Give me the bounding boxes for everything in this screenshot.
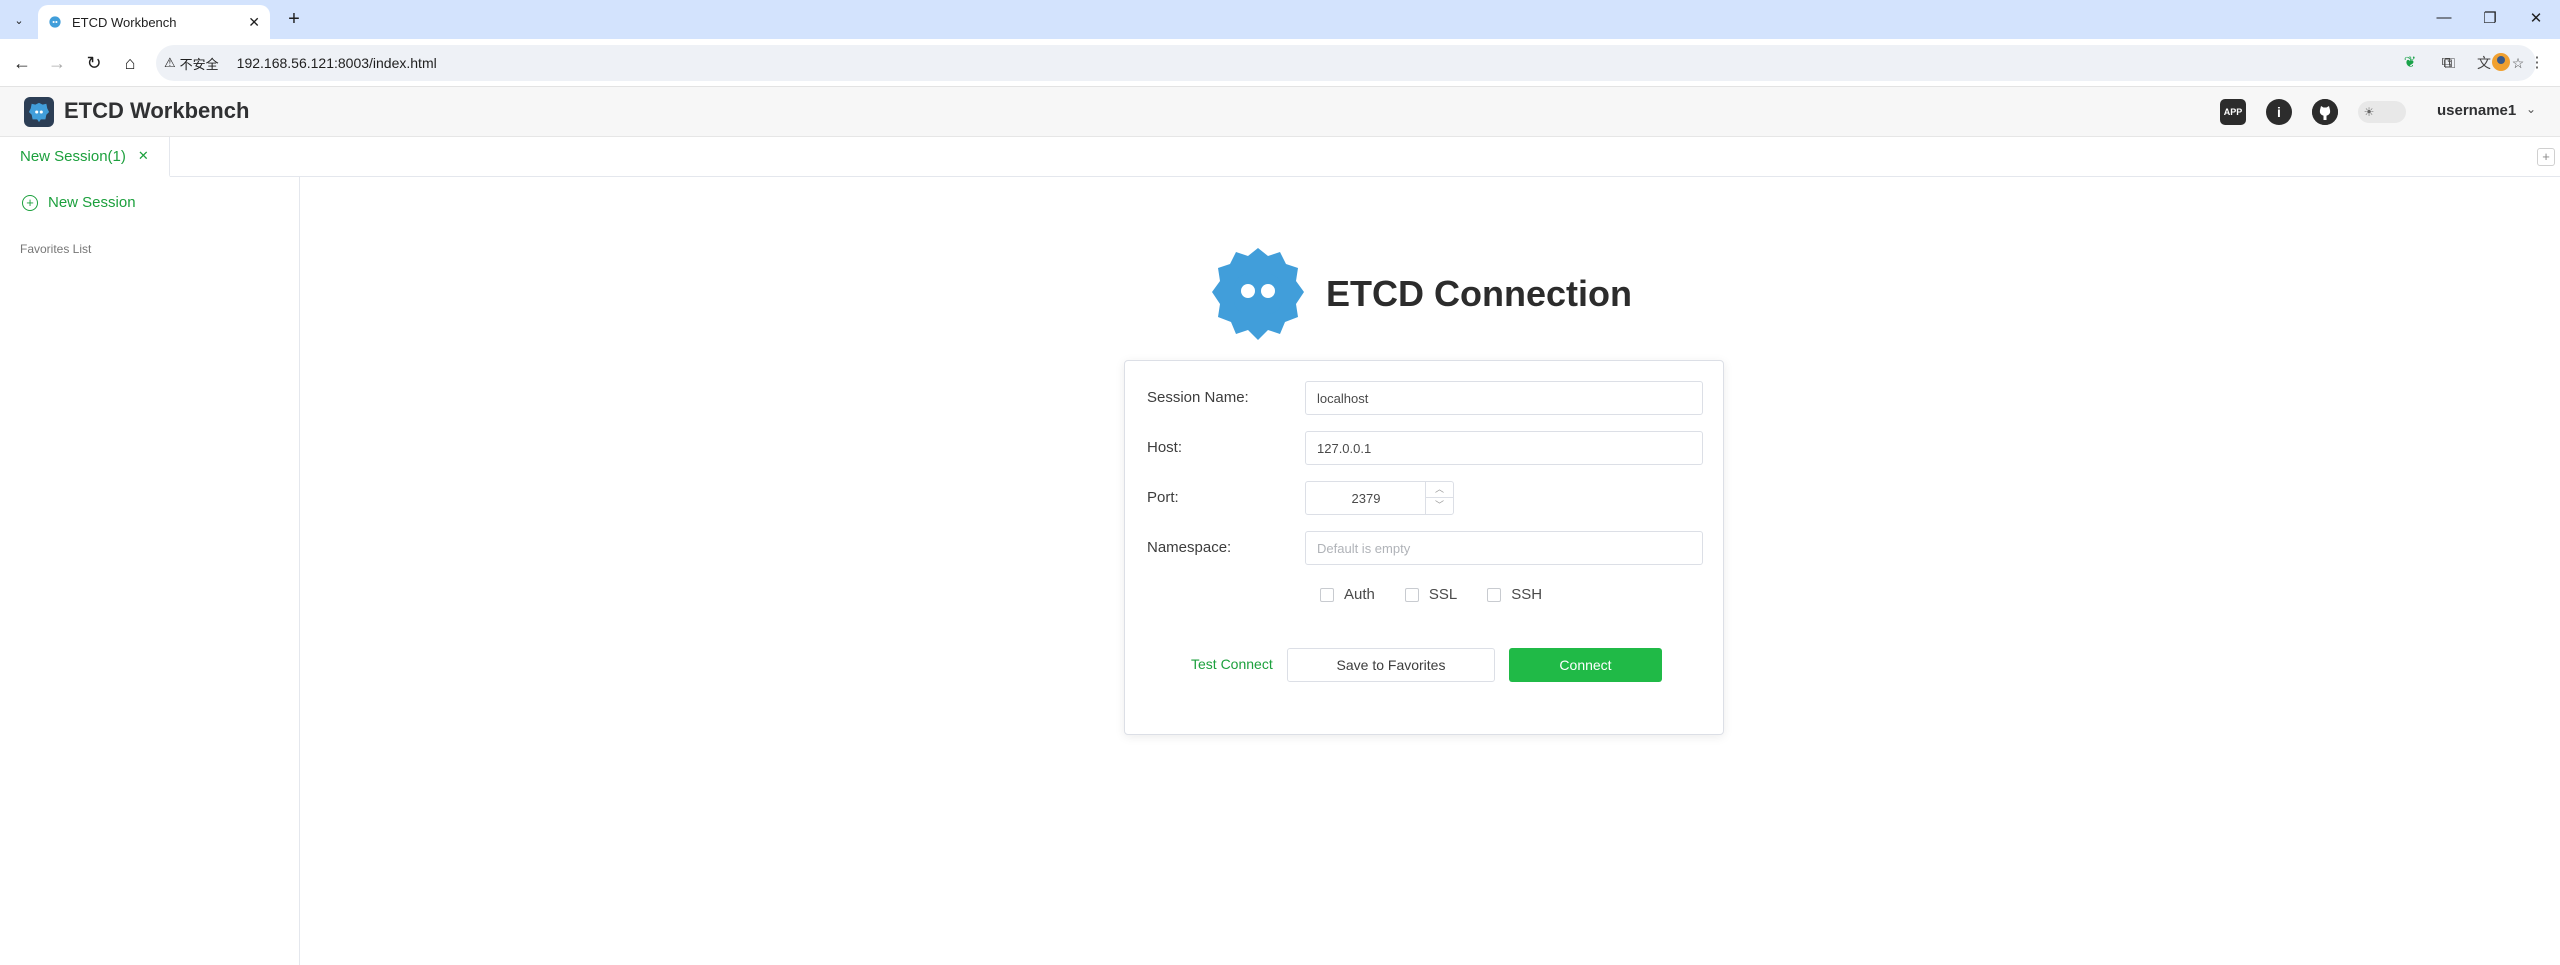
ssh-label: SSH	[1511, 586, 1543, 603]
port-row: Port: ︿ ﹀	[1147, 481, 1703, 515]
checkbox-box[interactable]	[1404, 587, 1419, 602]
profile-avatar[interactable]	[2490, 52, 2512, 74]
info-icon[interactable]: i	[2266, 99, 2292, 125]
new-session-label: New Session	[48, 194, 136, 211]
auth-checkbox[interactable]: Auth	[1320, 586, 1375, 603]
connect-button[interactable]: Connect	[1509, 648, 1662, 682]
address-bar[interactable]: ⚠ 不安全 192.168.56.121:8003/index.html ⚿ 文…	[156, 45, 2536, 81]
session-name-input[interactable]	[1305, 381, 1703, 415]
browser-menu-icon[interactable]: ⋮	[2526, 52, 2548, 74]
security-warning[interactable]: ⚠ 不安全	[164, 54, 219, 73]
security-label: 不安全	[179, 56, 219, 72]
browser-toolbar: ← → ↻ ⌂ ⚠ 不安全 192.168.56.121:8003/index.…	[0, 39, 2560, 87]
namespace-row: Namespace:	[1147, 531, 1703, 565]
port-input[interactable]	[1306, 482, 1426, 514]
app-logo-icon	[24, 97, 54, 127]
new-tab-button[interactable]: +	[282, 8, 306, 32]
close-session-icon[interactable]: ✕	[138, 148, 149, 164]
close-tab-icon[interactable]: ✕	[248, 14, 260, 31]
connection-heading: ETCD Connection	[1326, 273, 1632, 314]
window-close-icon[interactable]: ✕	[2524, 9, 2548, 27]
port-increment-icon[interactable]: ︿	[1425, 482, 1453, 498]
username-label[interactable]: username1	[2437, 102, 2516, 119]
auth-label: Auth	[1344, 586, 1375, 603]
etcd-favicon-icon	[49, 16, 61, 28]
app-header: ETCD Workbench APP i ☀ username1 ⌄	[0, 87, 2560, 137]
session-tab-label: New Session(1)	[20, 147, 126, 165]
sidebar: + New Session Favorites List	[0, 177, 300, 965]
warning-icon: ⚠	[164, 55, 176, 70]
favorites-list-title: Favorites List	[20, 242, 92, 256]
port-label: Port:	[1147, 489, 1179, 506]
url-text[interactable]: 192.168.56.121:8003/index.html	[237, 55, 437, 71]
restore-icon[interactable]: ❐	[2478, 9, 2502, 27]
test-connect-button[interactable]: Test Connect	[1191, 656, 1273, 672]
session-tab-bar: New Session(1) ✕ +	[0, 137, 2560, 177]
plus-circle-icon: +	[22, 194, 38, 211]
extension-leaf-icon[interactable]: ❦	[2399, 52, 2421, 74]
add-session-tab-button[interactable]: +	[2537, 148, 2555, 166]
etcd-logo-icon	[1212, 248, 1304, 340]
reload-icon[interactable]: ↻	[82, 51, 106, 75]
save-to-favorites-button[interactable]: Save to Favorites	[1287, 648, 1495, 682]
ssl-checkbox[interactable]: SSL	[1404, 586, 1458, 603]
namespace-input[interactable]	[1305, 531, 1703, 565]
port-stepper: ︿ ﹀	[1305, 481, 1454, 515]
connection-form-card: Session Name: Host: Port: ︿ ﹀ Namespace:…	[1124, 360, 1724, 735]
ssl-label: SSL	[1428, 586, 1458, 603]
checkbox-box[interactable]	[1320, 587, 1334, 602]
sun-icon: ☀	[2363, 105, 2375, 119]
connection-hero: ETCD Connection	[1208, 244, 1632, 344]
back-icon[interactable]: ←	[10, 51, 34, 75]
browser-tab[interactable]: ETCD Workbench ✕	[38, 5, 270, 39]
tab-search-icon[interactable]: ⌄	[8, 11, 30, 29]
session-tab[interactable]: New Session(1) ✕	[0, 137, 170, 177]
forward-icon[interactable]: →	[45, 51, 69, 75]
extensions-puzzle-icon[interactable]: ⧉	[2436, 52, 2458, 74]
host-input[interactable]	[1305, 431, 1703, 465]
form-actions: Test Connect Save to Favorites Connect	[1125, 648, 1725, 682]
session-name-row: Session Name:	[1147, 381, 1703, 415]
ssh-checkbox[interactable]: SSH	[1487, 586, 1542, 603]
option-checkboxes: Auth SSL SSH	[1320, 586, 1542, 603]
home-icon[interactable]: ⌂	[118, 51, 142, 75]
theme-toggle[interactable]: ☀	[2358, 101, 2406, 123]
host-row: Host:	[1147, 431, 1703, 465]
new-session-button[interactable]: + New Session	[22, 194, 136, 211]
session-name-label: Session Name:	[1147, 389, 1249, 406]
app-store-icon[interactable]: APP	[2220, 99, 2246, 125]
port-decrement-icon[interactable]: ﹀	[1425, 498, 1453, 514]
browser-tab-title: ETCD Workbench	[72, 14, 177, 30]
app-title: ETCD Workbench	[64, 98, 250, 123]
checkbox-box[interactable]	[1487, 587, 1502, 602]
github-icon[interactable]	[2312, 99, 2338, 125]
browser-tab-strip: ⌄ ETCD Workbench ✕ + — ❐ ✕	[0, 0, 2560, 39]
namespace-label: Namespace:	[1147, 539, 1232, 556]
minimize-icon[interactable]: —	[2432, 9, 2456, 26]
chevron-down-icon[interactable]: ⌄	[2526, 102, 2536, 116]
host-label: Host:	[1147, 439, 1183, 456]
